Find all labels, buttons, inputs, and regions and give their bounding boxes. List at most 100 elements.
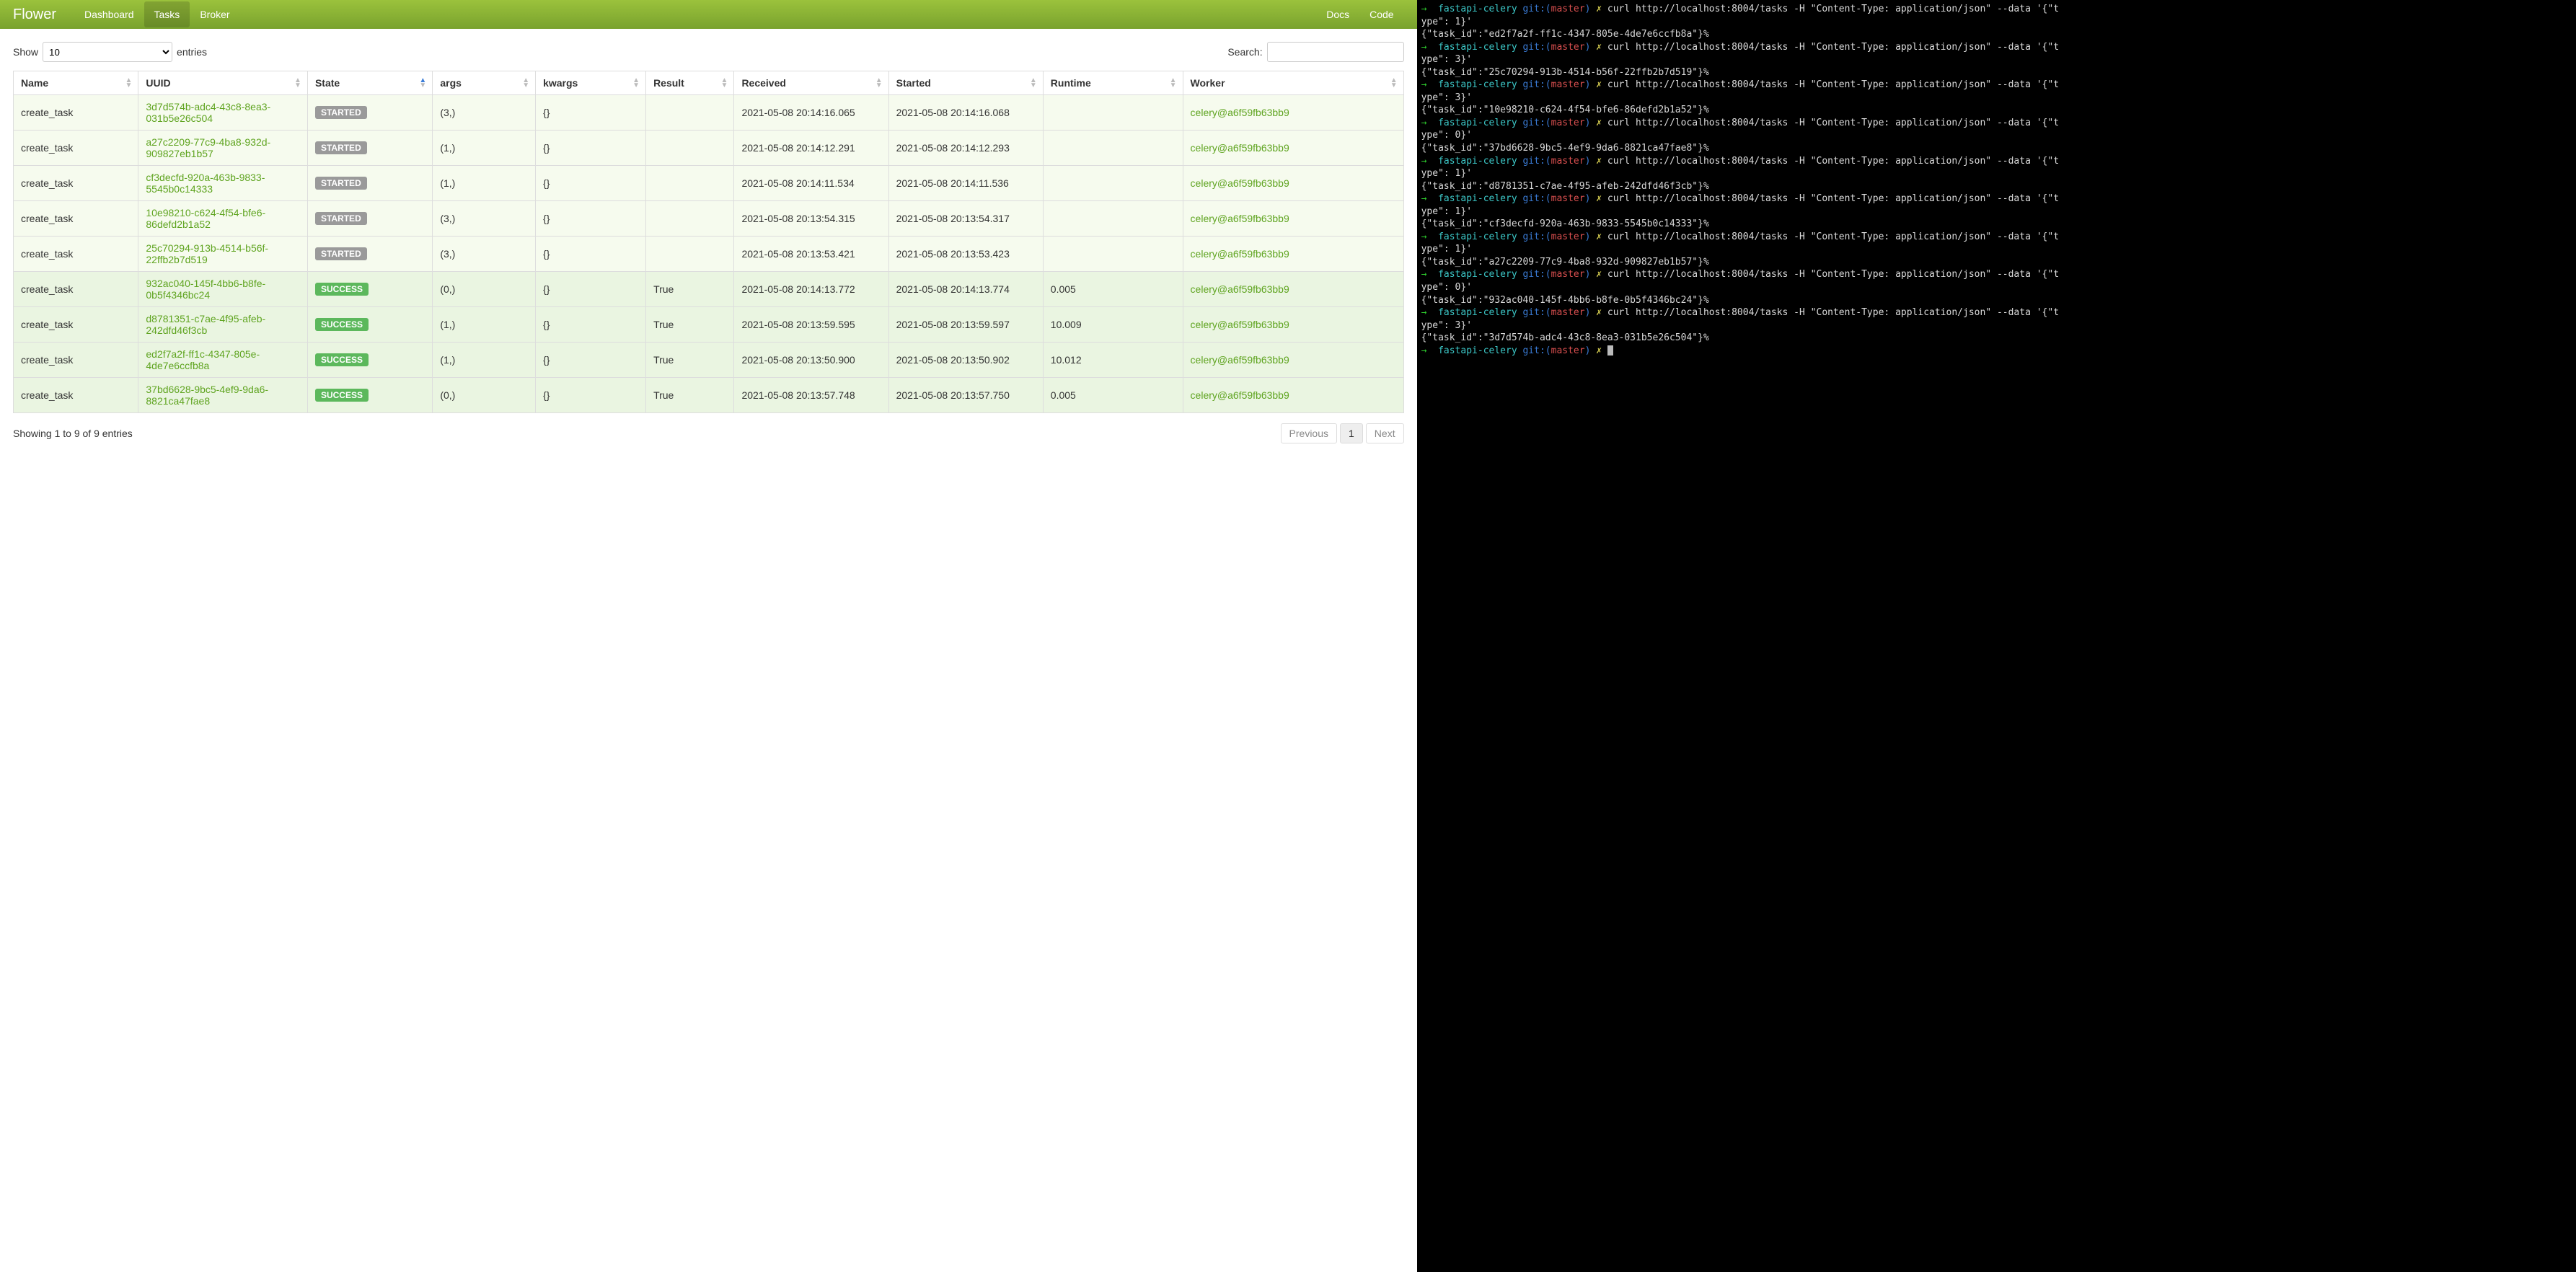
- cell-name: create_task: [14, 378, 138, 413]
- table-row: create_task cf3decfd-920a-463b-9833-5545b…: [14, 166, 1404, 201]
- cell-kwargs: {}: [536, 166, 646, 201]
- cell-state: STARTED: [307, 166, 432, 201]
- worker-link[interactable]: celery@a6f59fb63bb9: [1191, 354, 1289, 366]
- nav-docs[interactable]: Docs: [1316, 1, 1359, 27]
- cursor: [1607, 345, 1613, 355]
- brand[interactable]: Flower: [13, 6, 56, 23]
- col-args[interactable]: args▲▼: [433, 71, 536, 95]
- state-badge: STARTED: [315, 106, 367, 119]
- cell-started: 2021-05-08 20:13:59.597: [888, 307, 1043, 343]
- uuid-link[interactable]: 10e98210-c624-4f54-bfe6-86defd2b1a52: [146, 207, 265, 230]
- col-received[interactable]: Received▲▼: [734, 71, 888, 95]
- uuid-link[interactable]: ed2f7a2f-ff1c-4347-805e-4de7e6ccfb8a: [146, 348, 260, 371]
- state-badge: SUCCESS: [315, 283, 369, 296]
- nav-left: DashboardTasksBroker: [74, 1, 240, 27]
- uuid-link[interactable]: 37bd6628-9bc5-4ef9-9da6-8821ca47fae8: [146, 384, 268, 407]
- cell-uuid: 10e98210-c624-4f54-bfe6-86defd2b1a52: [138, 201, 308, 237]
- cell-result: [646, 201, 734, 237]
- cell-result: [646, 166, 734, 201]
- worker-link[interactable]: celery@a6f59fb63bb9: [1191, 283, 1289, 295]
- cell-runtime: [1043, 201, 1183, 237]
- nav-broker[interactable]: Broker: [190, 1, 239, 27]
- nav-dashboard[interactable]: Dashboard: [74, 1, 144, 27]
- cell-received: 2021-05-08 20:13:53.421: [734, 237, 888, 272]
- cell-state: SUCCESS: [307, 272, 432, 307]
- table-body: create_task 3d7d574b-adc4-43c8-8ea3-031b5…: [14, 95, 1404, 413]
- page-size-select[interactable]: 10: [43, 42, 172, 62]
- cell-started: 2021-05-08 20:13:57.750: [888, 378, 1043, 413]
- cell-started: 2021-05-08 20:13:54.317: [888, 201, 1043, 237]
- cell-started: 2021-05-08 20:14:16.068: [888, 95, 1043, 131]
- col-runtime[interactable]: Runtime▲▼: [1043, 71, 1183, 95]
- page-1[interactable]: 1: [1340, 423, 1363, 443]
- worker-link[interactable]: celery@a6f59fb63bb9: [1191, 248, 1289, 260]
- term-output: {"task_id":"a27c2209-77c9-4ba8-932d-9098…: [1421, 256, 2572, 269]
- nav-code[interactable]: Code: [1359, 1, 1403, 27]
- cell-result: True: [646, 272, 734, 307]
- cell-started: 2021-05-08 20:13:50.902: [888, 343, 1043, 378]
- cell-name: create_task: [14, 166, 138, 201]
- cell-kwargs: {}: [536, 343, 646, 378]
- term-output: {"task_id":"d8781351-c7ae-4f95-afeb-242d…: [1421, 180, 2572, 193]
- nav-tasks[interactable]: Tasks: [144, 1, 190, 27]
- col-result[interactable]: Result▲▼: [646, 71, 734, 95]
- cell-runtime: [1043, 95, 1183, 131]
- term-output: {"task_id":"cf3decfd-920a-463b-9833-5545…: [1421, 218, 2572, 231]
- worker-link[interactable]: celery@a6f59fb63bb9: [1191, 389, 1289, 401]
- col-started[interactable]: Started▲▼: [888, 71, 1043, 95]
- cell-started: 2021-05-08 20:13:53.423: [888, 237, 1043, 272]
- cell-worker: celery@a6f59fb63bb9: [1183, 307, 1403, 343]
- cell-received: 2021-05-08 20:14:12.291: [734, 131, 888, 166]
- cell-runtime: 0.005: [1043, 378, 1183, 413]
- term-prompt-line: → fastapi-celery git:(master) ✗ curl htt…: [1421, 231, 2572, 244]
- cell-received: 2021-05-08 20:14:11.534: [734, 166, 888, 201]
- cell-args: (0,): [433, 272, 536, 307]
- term-prompt-line: → fastapi-celery git:(master) ✗ curl htt…: [1421, 117, 2572, 130]
- col-kwargs[interactable]: kwargs▲▼: [536, 71, 646, 95]
- term-cmd-wrap: ype": 0}': [1421, 281, 2572, 294]
- cell-kwargs: {}: [536, 272, 646, 307]
- cell-name: create_task: [14, 201, 138, 237]
- cell-result: True: [646, 378, 734, 413]
- uuid-link[interactable]: 932ac040-145f-4bb6-b8fe-0b5f4346bc24: [146, 278, 265, 301]
- search-label: Search:: [1227, 46, 1262, 58]
- col-worker[interactable]: Worker▲▼: [1183, 71, 1403, 95]
- next-page[interactable]: Next: [1366, 423, 1404, 443]
- search-input[interactable]: [1267, 42, 1404, 62]
- show-label-post: entries: [177, 46, 207, 58]
- cell-uuid: d8781351-c7ae-4f95-afeb-242dfd46f3cb: [138, 307, 308, 343]
- worker-link[interactable]: celery@a6f59fb63bb9: [1191, 213, 1289, 224]
- worker-link[interactable]: celery@a6f59fb63bb9: [1191, 142, 1289, 154]
- uuid-link[interactable]: 3d7d574b-adc4-43c8-8ea3-031b5e26c504: [146, 101, 270, 124]
- terminal[interactable]: → fastapi-celery git:(master) ✗ curl htt…: [1417, 0, 2576, 1272]
- table-row: create_task 37bd6628-9bc5-4ef9-9da6-8821c…: [14, 378, 1404, 413]
- col-uuid[interactable]: UUID▲▼: [138, 71, 308, 95]
- term-prompt-line: → fastapi-celery git:(master) ✗ curl htt…: [1421, 79, 2572, 92]
- state-badge: SUCCESS: [315, 389, 369, 402]
- worker-link[interactable]: celery@a6f59fb63bb9: [1191, 107, 1289, 118]
- term-output: {"task_id":"ed2f7a2f-ff1c-4347-805e-4de7…: [1421, 28, 2572, 41]
- uuid-link[interactable]: 25c70294-913b-4514-b56f-22ffb2b7d519: [146, 242, 268, 265]
- table-row: create_task25c70294-913b-4514-b56f-22ffb…: [14, 237, 1404, 272]
- uuid-link[interactable]: cf3decfd-920a-463b-9833-5545b0c14333: [146, 172, 265, 195]
- cell-state: STARTED: [307, 201, 432, 237]
- uuid-link[interactable]: a27c2209-77c9-4ba8-932d-909827eb1b57: [146, 136, 270, 159]
- table-row: create_task 10e98210-c624-4f54-bfe6-86def…: [14, 201, 1404, 237]
- cell-worker: celery@a6f59fb63bb9: [1183, 378, 1403, 413]
- worker-link[interactable]: celery@a6f59fb63bb9: [1191, 319, 1289, 330]
- col-name[interactable]: Name▲▼: [14, 71, 138, 95]
- cell-uuid: 932ac040-145f-4bb6-b8fe-0b5f4346bc24: [138, 272, 308, 307]
- cell-state: SUCCESS: [307, 307, 432, 343]
- uuid-link[interactable]: d8781351-c7ae-4f95-afeb-242dfd46f3cb: [146, 313, 265, 336]
- cell-uuid: 25c70294-913b-4514-b56f-22ffb2b7d519: [138, 237, 308, 272]
- cell-result: True: [646, 343, 734, 378]
- term-prompt-line: → fastapi-celery git:(master) ✗: [1421, 345, 2572, 358]
- cell-received: 2021-05-08 20:14:13.772: [734, 272, 888, 307]
- cell-args: (1,): [433, 343, 536, 378]
- cell-args: (1,): [433, 166, 536, 201]
- cell-args: (0,): [433, 378, 536, 413]
- worker-link[interactable]: celery@a6f59fb63bb9: [1191, 177, 1289, 189]
- col-state[interactable]: State▲▼: [307, 71, 432, 95]
- cell-args: (1,): [433, 307, 536, 343]
- prev-page[interactable]: Previous: [1281, 423, 1337, 443]
